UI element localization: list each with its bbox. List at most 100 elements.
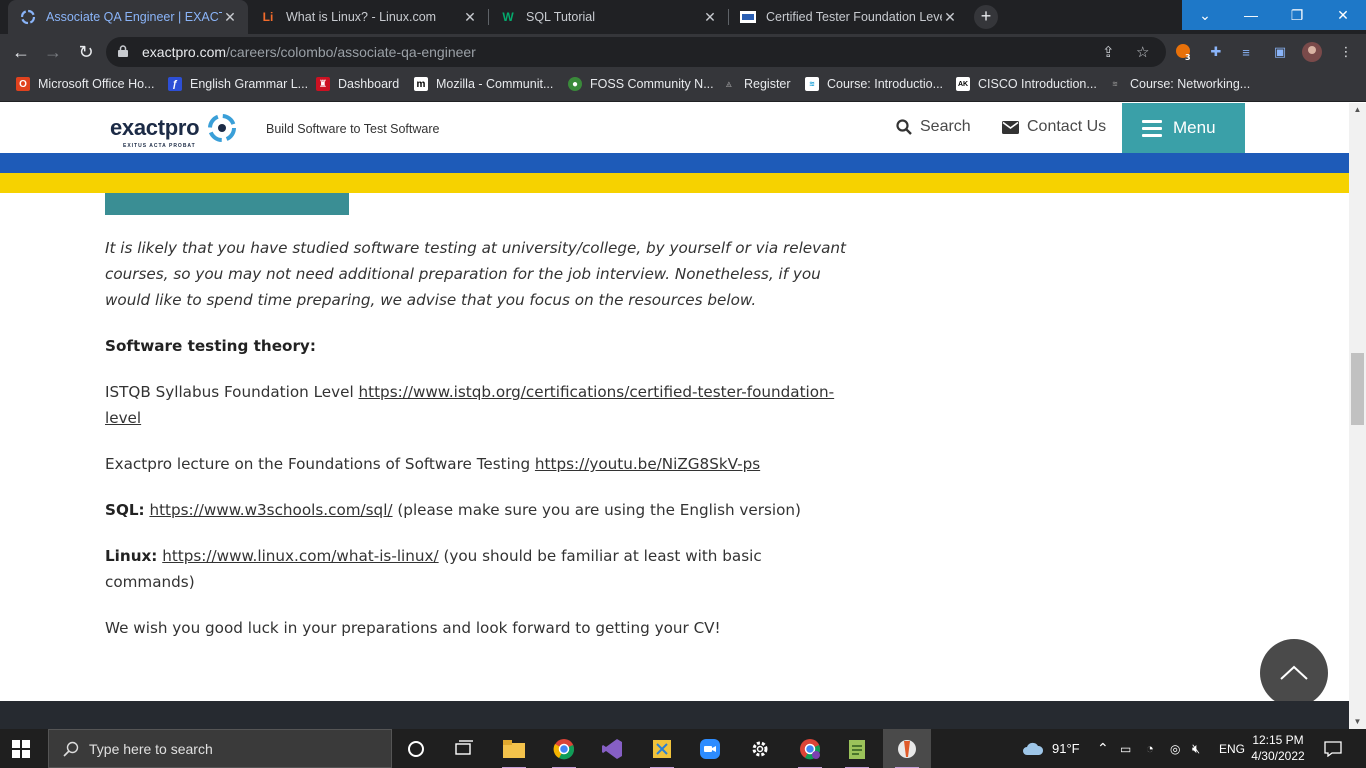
networking-icon: ≋ — [1112, 81, 1118, 88]
site-tagline: Build Software to Test Software — [266, 122, 440, 136]
w3schools-favicon-icon: W — [502, 10, 514, 24]
notification-center-icon[interactable] — [1324, 729, 1342, 768]
windows-taskbar: Type here to search 91°F ⌃ ▭ ◔ ◎ 🔇︎ ENG — [0, 729, 1366, 768]
shield-crest-icon: ♜ — [316, 77, 330, 91]
tab-sql-tutorial[interactable]: W SQL Tutorial ✕ — [488, 0, 728, 34]
contact-us-link[interactable]: Contact Us — [1002, 118, 1106, 136]
browser-toolbar: ← → ↻ exactpro.com/careers/colombo/assoc… — [0, 34, 1366, 70]
scroll-down-arrow-icon[interactable]: ▼ — [1349, 715, 1366, 729]
ak-icon: AK — [956, 77, 970, 91]
w3schools-sql-link[interactable]: https://www.w3schools.com/sql/ — [149, 501, 392, 519]
cloud-icon — [1023, 742, 1044, 755]
battery-icon[interactable]: ▭ — [1120, 729, 1131, 768]
show-hidden-icons-chevron-icon[interactable]: ⌃ — [1097, 729, 1109, 768]
closing-paragraph: We wish you good luck in your preparatio… — [105, 619, 721, 637]
reading-list-icon[interactable]: ≡ — [1236, 42, 1256, 62]
settings-gear-icon[interactable] — [746, 735, 774, 763]
task-view-icon[interactable] — [450, 735, 478, 763]
volume-muted-icon[interactable]: 🔇︎ — [1192, 729, 1200, 768]
bookmark-item[interactable]: m Mozilla - Communit... — [414, 77, 553, 91]
scroll-up-arrow-icon[interactable]: ▲ — [1349, 103, 1366, 117]
tab-title: SQL Tutorial — [526, 10, 596, 24]
bookmark-item[interactable]: ≋ Course: Networking... — [1108, 77, 1250, 91]
bookmark-item[interactable]: ≋ Course: Introductio... — [805, 77, 943, 91]
share-icon[interactable]: ⇪ — [1102, 43, 1115, 61]
tab-title: Certified Tester Foundation Level — [766, 10, 942, 24]
close-tab-icon[interactable]: ✕ — [942, 9, 958, 26]
menu-button[interactable]: Menu — [1122, 103, 1245, 153]
reload-button[interactable]: ↻ — [75, 41, 97, 63]
svg-text:3: 3 — [1185, 53, 1191, 61]
youtube-lecture-link[interactable]: https://youtu.be/NiZG8SkV-ps — [535, 455, 760, 473]
foss-globe-icon: ● — [568, 77, 582, 91]
file-explorer-icon[interactable] — [500, 735, 528, 768]
back-button[interactable]: ← — [10, 41, 32, 63]
tab-what-is-linux[interactable]: Li What is Linux? - Linux.com ✕ — [248, 0, 488, 34]
language-indicator[interactable]: ENG — [1219, 729, 1245, 768]
scroll-to-top-button[interactable] — [1260, 639, 1328, 707]
istqb-favicon-icon — [740, 9, 756, 25]
side-panel-icon[interactable]: ▣ — [1270, 42, 1290, 62]
search-icon — [896, 119, 912, 135]
url-text: exactpro.com/careers/colombo/associate-q… — [142, 44, 476, 60]
lecture-paragraph: Exactpro lecture on the Foundations of S… — [105, 455, 761, 473]
new-tab-button[interactable]: + — [974, 5, 998, 29]
bookmarks-bar: O Microsoft Office Ho... ƒ English Gramm… — [0, 70, 1366, 102]
linux-com-link[interactable]: https://www.linux.com/what-is-linux/ — [162, 547, 438, 565]
paint-app-icon[interactable] — [893, 735, 921, 768]
bookmark-item[interactable]: ● FOSS Community N... — [568, 77, 714, 91]
chrome-profile-icon[interactable] — [796, 735, 824, 768]
chevron-up-icon — [1280, 665, 1308, 680]
flag-stripe-yellow — [0, 173, 1349, 193]
montana-icon: ◬ — [726, 81, 732, 88]
grammar-icon: ƒ — [168, 77, 182, 91]
visual-studio-icon[interactable] — [598, 735, 626, 763]
close-tab-icon[interactable]: ✕ — [222, 9, 238, 26]
bookmark-item[interactable]: AK CISCO Introduction... — [956, 77, 1097, 91]
search-link[interactable]: Search — [896, 118, 971, 136]
extensions-puzzle-icon[interactable]: ✚ — [1206, 42, 1226, 62]
mozilla-icon: m — [414, 77, 428, 91]
bookmark-item[interactable]: ♜ Dashboard — [316, 77, 399, 91]
bookmark-item[interactable]: ◬ Register — [722, 77, 790, 91]
zoom-icon[interactable] — [696, 735, 724, 763]
notepad-plus-icon[interactable] — [843, 735, 871, 768]
profile-avatar[interactable] — [1302, 42, 1322, 62]
istqb-paragraph: ISTQB Syllabus Foundation Level https://… — [105, 383, 835, 427]
tab-associate-qa-engineer[interactable]: Associate QA Engineer | EXACTPRO ✕ — [8, 0, 248, 34]
taskbar-search-input[interactable]: Type here to search — [48, 729, 392, 768]
chrome-icon[interactable] — [550, 735, 578, 768]
page-scrollbar[interactable]: ▲ ▼ — [1349, 103, 1366, 729]
chrome-menu-icon[interactable]: ⋮ — [1336, 42, 1356, 62]
weather-widget[interactable]: 91°F — [1022, 729, 1080, 768]
minimize-button[interactable]: — — [1228, 0, 1274, 30]
snipping-tool-icon[interactable] — [648, 735, 676, 768]
meet-now-icon[interactable]: ◎ — [1170, 729, 1180, 768]
close-window-button[interactable]: ✕ — [1320, 0, 1366, 30]
close-tab-icon[interactable]: ✕ — [462, 9, 478, 26]
windows-start-icon[interactable] — [12, 740, 30, 758]
tab-certified-tester[interactable]: Certified Tester Foundation Level ✕ — [728, 0, 968, 34]
taskbar-clock[interactable]: 12:15 PM 4/30/2022 — [1246, 732, 1310, 764]
bookmark-item[interactable]: O Microsoft Office Ho... — [16, 77, 154, 91]
close-tab-icon[interactable]: ✕ — [702, 9, 718, 26]
exactpro-favicon-icon — [20, 9, 36, 25]
exactpro-logo-icon[interactable] — [206, 112, 238, 144]
bookmark-item[interactable]: ƒ English Grammar L... — [168, 77, 308, 91]
bookmark-star-icon[interactable]: ☆ — [1136, 43, 1149, 61]
envelope-icon — [1002, 120, 1019, 134]
extension-alert-icon[interactable]: 3 — [1174, 42, 1194, 62]
forward-button[interactable]: → — [42, 41, 64, 63]
address-bar[interactable]: exactpro.com/careers/colombo/associate-q… — [106, 37, 1166, 67]
restore-button[interactable]: ❐ — [1274, 0, 1320, 30]
page-footer — [0, 701, 1349, 729]
scrollbar-thumb[interactable] — [1351, 353, 1364, 425]
logo-motto: EXITUS ACTA PROBAT — [123, 143, 196, 149]
wifi-icon[interactable]: ◔ — [1146, 729, 1154, 768]
cortana-icon[interactable] — [402, 735, 430, 763]
browser-tab-strip: Associate QA Engineer | EXACTPRO ✕ Li Wh… — [0, 0, 1366, 34]
tab-search-chevron-icon[interactable]: ⌄ — [1182, 0, 1228, 30]
apply-button-partial[interactable] — [105, 193, 349, 215]
site-logo[interactable]: exactpro — [110, 115, 200, 141]
intro-paragraph: It is likely that you have studied softw… — [105, 239, 847, 309]
